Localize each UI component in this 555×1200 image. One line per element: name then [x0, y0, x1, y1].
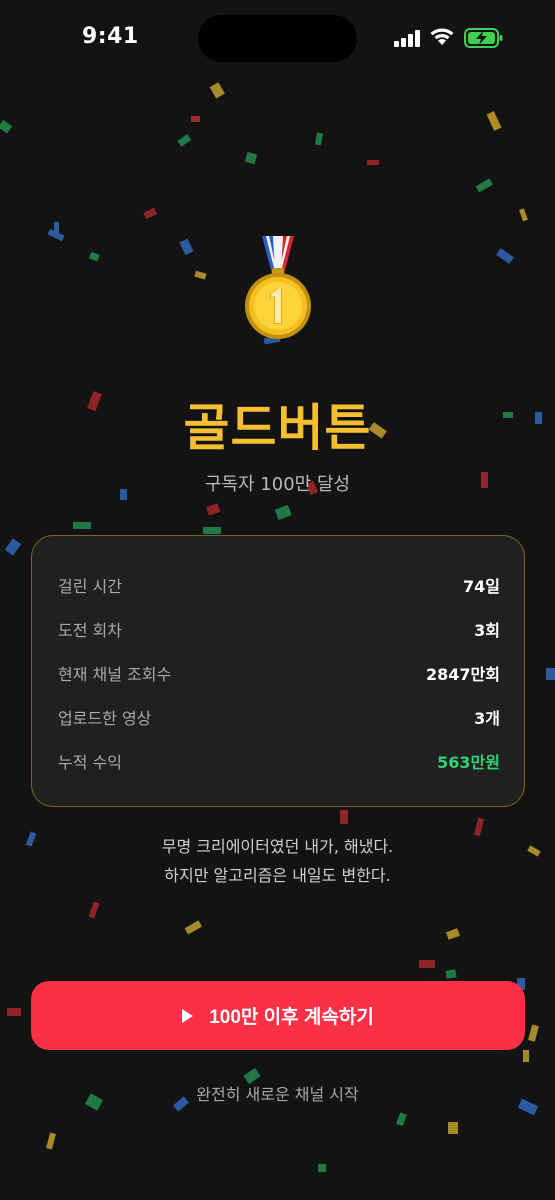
stat-label: 현재 채널 조회수: [58, 665, 172, 684]
continue-button-label: 100만 이후 계속하기: [209, 1007, 374, 1028]
wifi-icon: [430, 28, 454, 45]
continue-button[interactable]: 100만 이후 계속하기: [31, 981, 525, 1050]
stat-label: 업로드한 영상: [58, 709, 152, 728]
play-icon: [182, 1008, 194, 1023]
achievement-screen: 9:41 1 골드버튼 구: [0, 0, 555, 1200]
stat-value-revenue: 563만원: [437, 753, 500, 772]
gold-medal-icon: [245, 236, 311, 339]
stat-row-revenue: 누적 수익 563만원: [58, 749, 500, 775]
achievement-subtitle: 구독자 100만 달성: [204, 474, 351, 495]
stat-row-attempt: 도전 회차 3회: [58, 617, 500, 643]
new-channel-link[interactable]: 완전히 새로운 채널 시작: [0, 1081, 555, 1105]
stat-value: 3개: [474, 709, 500, 728]
message-line-2: 하지만 알고리즘은 내일도 변한다.: [164, 866, 391, 885]
stat-row-time: 걸린 시간 74일: [58, 573, 500, 599]
stat-value: 74일: [463, 577, 500, 596]
achievement-title: 골드버튼: [183, 399, 372, 457]
stat-row-views: 현재 채널 조회수 2847만회: [58, 661, 500, 687]
dynamic-island: [198, 15, 357, 62]
battery-charging-icon: [464, 28, 503, 48]
status-time: 9:41: [82, 24, 139, 49]
stat-row-videos: 업로드한 영상 3개: [58, 705, 500, 731]
message-line-1: 무명 크리에이터였던 내가, 해냈다.: [161, 837, 394, 856]
stat-value: 2847만회: [426, 665, 500, 684]
stat-label: 누적 수익: [58, 753, 122, 772]
status-bar: 9:41: [0, 0, 555, 80]
closing-message: 무명 크리에이터였던 내가, 해냈다. 하지만 알고리즘은 내일도 변한다.: [0, 832, 555, 890]
cellular-signal-icon: [394, 29, 422, 47]
stats-card: 걸린 시간 74일 도전 회차 3회 현재 채널 조회수 2847만회 업로드한…: [31, 535, 525, 807]
stat-value: 3회: [474, 621, 500, 640]
stat-label: 걸린 시간: [58, 577, 122, 596]
stat-label: 도전 회차: [58, 621, 122, 640]
